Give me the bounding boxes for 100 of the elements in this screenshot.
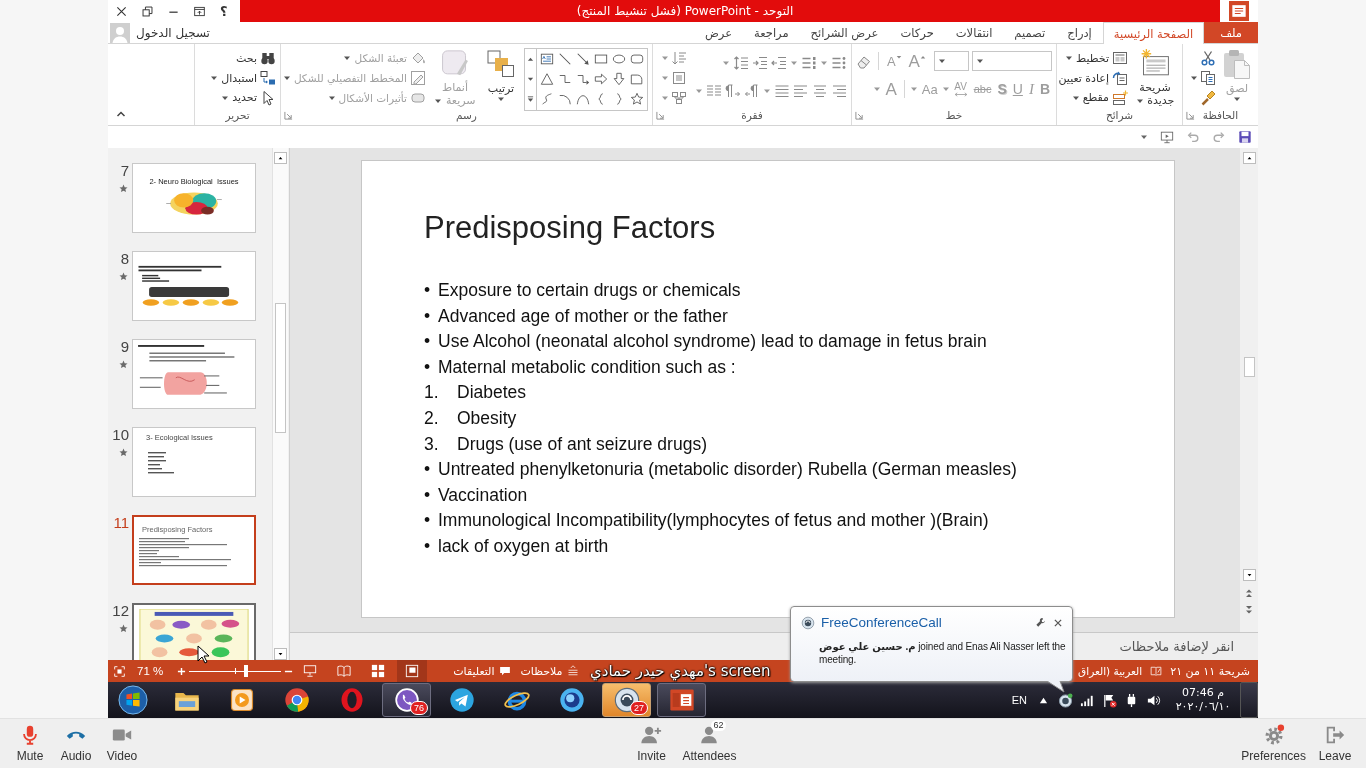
scrollbar[interactable] xyxy=(1240,148,1258,632)
language-indicator[interactable]: العربية (العراق xyxy=(1078,665,1143,677)
sign-in-link[interactable]: تسجيل الدخول xyxy=(136,25,210,40)
proofing-icon[interactable] xyxy=(1150,665,1163,677)
align-text-icon[interactable] xyxy=(671,70,687,86)
dialog-launcher-icon[interactable] xyxy=(1186,110,1195,120)
browser-icon[interactable] xyxy=(282,686,311,714)
ribbon-tab[interactable]: عرض xyxy=(693,22,744,43)
leave-button[interactable]: Leave xyxy=(1312,724,1358,763)
file-tab[interactable]: ملف xyxy=(1204,22,1258,43)
line-spacing-icon[interactable] xyxy=(733,55,749,71)
undo-icon[interactable] xyxy=(1186,130,1200,144)
font-name-field[interactable] xyxy=(972,51,1052,71)
rectangle-icon[interactable] xyxy=(594,52,608,66)
close-icon[interactable] xyxy=(116,5,127,17)
numbering-icon[interactable] xyxy=(801,55,817,71)
section-button[interactable]: مقطع xyxy=(1058,88,1128,107)
save-icon[interactable] xyxy=(1238,130,1252,144)
ribbon-tab[interactable]: الصفحة الرئيسية xyxy=(1102,22,1205,44)
notes-button[interactable]: ملاحظات xyxy=(520,664,579,678)
arrange-button[interactable]: ترتيب xyxy=(484,46,518,107)
select-button[interactable]: تحديد xyxy=(210,88,276,107)
zoom-percentage[interactable]: 71 % xyxy=(137,665,164,677)
show-hidden-icons-icon[interactable] xyxy=(1039,695,1048,705)
triangle-icon[interactable] xyxy=(540,72,554,86)
ribbon-tab[interactable]: تصميم xyxy=(1003,22,1057,43)
diagram-icon[interactable] xyxy=(671,89,687,106)
redo-icon[interactable] xyxy=(1212,130,1226,144)
slide-thumbnail[interactable] xyxy=(132,251,256,321)
layout-button[interactable]: تخطيط xyxy=(1058,49,1128,68)
comments-button[interactable]: التعليقات xyxy=(453,664,511,678)
slider-thumb[interactable] xyxy=(244,665,249,677)
close-icon[interactable] xyxy=(1053,617,1063,628)
input-language-indicator[interactable]: EN xyxy=(1011,694,1027,706)
align-center-icon[interactable] xyxy=(812,83,828,99)
scrollbar[interactable] xyxy=(272,148,288,660)
video-button[interactable]: Video xyxy=(99,724,145,763)
star-shape-icon[interactable] xyxy=(630,92,644,106)
fit-to-window-icon[interactable] xyxy=(114,665,125,677)
restore-icon[interactable] xyxy=(142,5,153,17)
audio-button[interactable]: Audio xyxy=(53,724,99,763)
ribbon-tab[interactable]: مراجعة xyxy=(743,22,800,43)
bullets-icon[interactable] xyxy=(831,55,847,71)
scrollbar-thumb[interactable] xyxy=(275,303,286,433)
line-icon[interactable] xyxy=(558,52,572,66)
reset-button[interactable]: إعادة تعيين xyxy=(1058,68,1128,88)
rounded-rectangle-icon[interactable] xyxy=(630,52,644,66)
align-left-icon[interactable] xyxy=(793,83,809,99)
scissors-icon[interactable] xyxy=(1200,50,1216,67)
curve-icon[interactable] xyxy=(576,92,590,106)
text-box-icon[interactable] xyxy=(540,52,554,66)
presentation-icon[interactable] xyxy=(1160,130,1174,144)
show-desktop-button[interactable] xyxy=(1240,682,1258,718)
justify-icon[interactable] xyxy=(774,83,790,99)
slide-thumbnail[interactable] xyxy=(132,603,256,660)
scrollbar-thumb[interactable] xyxy=(1243,357,1255,377)
left-to-right-icon[interactable] xyxy=(725,83,741,99)
clock-time[interactable]: 07:46 م xyxy=(1182,686,1224,700)
replace-button[interactable]: استبدال xyxy=(210,68,276,88)
previous-slide-icon[interactable] xyxy=(1245,588,1253,598)
dialog-launcher-icon[interactable] xyxy=(284,110,293,120)
flag-icon[interactable] xyxy=(1102,692,1117,708)
app-icon[interactable] xyxy=(557,686,586,714)
paper-plane-icon[interactable] xyxy=(447,686,476,714)
scroll-down-icon[interactable] xyxy=(274,648,287,660)
decrease-indent-icon[interactable] xyxy=(771,55,787,71)
oval-icon[interactable] xyxy=(612,52,626,66)
preferences-button[interactable]: Preferences xyxy=(1241,724,1306,763)
right-to-left-icon[interactable] xyxy=(744,83,760,99)
taskbar-button[interactable]: 76 xyxy=(382,683,431,717)
elbow-connector-icon[interactable] xyxy=(558,72,572,86)
arrow-line-icon[interactable] xyxy=(576,52,590,66)
find-button[interactable]: بحث xyxy=(210,49,276,68)
scroll-up-icon[interactable] xyxy=(1242,152,1256,164)
clock-date[interactable]: ٢٠٢٠/٠٦/١٠ xyxy=(1175,700,1231,714)
align-right-icon[interactable] xyxy=(831,83,847,99)
caret-icon[interactable] xyxy=(1190,74,1198,82)
copy-icon[interactable] xyxy=(1200,70,1216,86)
normal-view-icon[interactable] xyxy=(397,660,428,682)
new-slide-button[interactable]: شريحة جديدة xyxy=(1132,46,1178,107)
font-size-field[interactable] xyxy=(933,51,970,71)
next-slide-icon[interactable] xyxy=(1245,605,1253,615)
settings-icon[interactable] xyxy=(1035,617,1046,628)
down-arrow-icon[interactable] xyxy=(612,72,626,86)
slide-thumbnail[interactable] xyxy=(132,339,256,409)
right-arrow-icon[interactable] xyxy=(594,72,608,86)
help-button[interactable]: ؟ xyxy=(220,3,228,19)
mute-button[interactable]: Mute xyxy=(7,724,53,763)
ribbon-tab[interactable]: انتقالات xyxy=(944,22,1004,43)
arc-icon[interactable] xyxy=(558,92,572,106)
rounded-corner-shape-icon[interactable] xyxy=(630,72,644,86)
invite-button[interactable]: Invite xyxy=(628,724,675,763)
collapse-ribbon-icon[interactable] xyxy=(116,109,126,119)
conference-app-icon[interactable] xyxy=(1058,692,1073,708)
scribble-icon[interactable] xyxy=(540,92,554,106)
paintbrush-icon[interactable] xyxy=(1200,89,1216,106)
taskbar-button[interactable] xyxy=(657,683,706,717)
elbow-arrow-icon[interactable] xyxy=(576,72,590,86)
ribbon-tab[interactable]: حركات xyxy=(889,22,945,43)
taskbar-button[interactable]: 27 xyxy=(602,683,651,717)
